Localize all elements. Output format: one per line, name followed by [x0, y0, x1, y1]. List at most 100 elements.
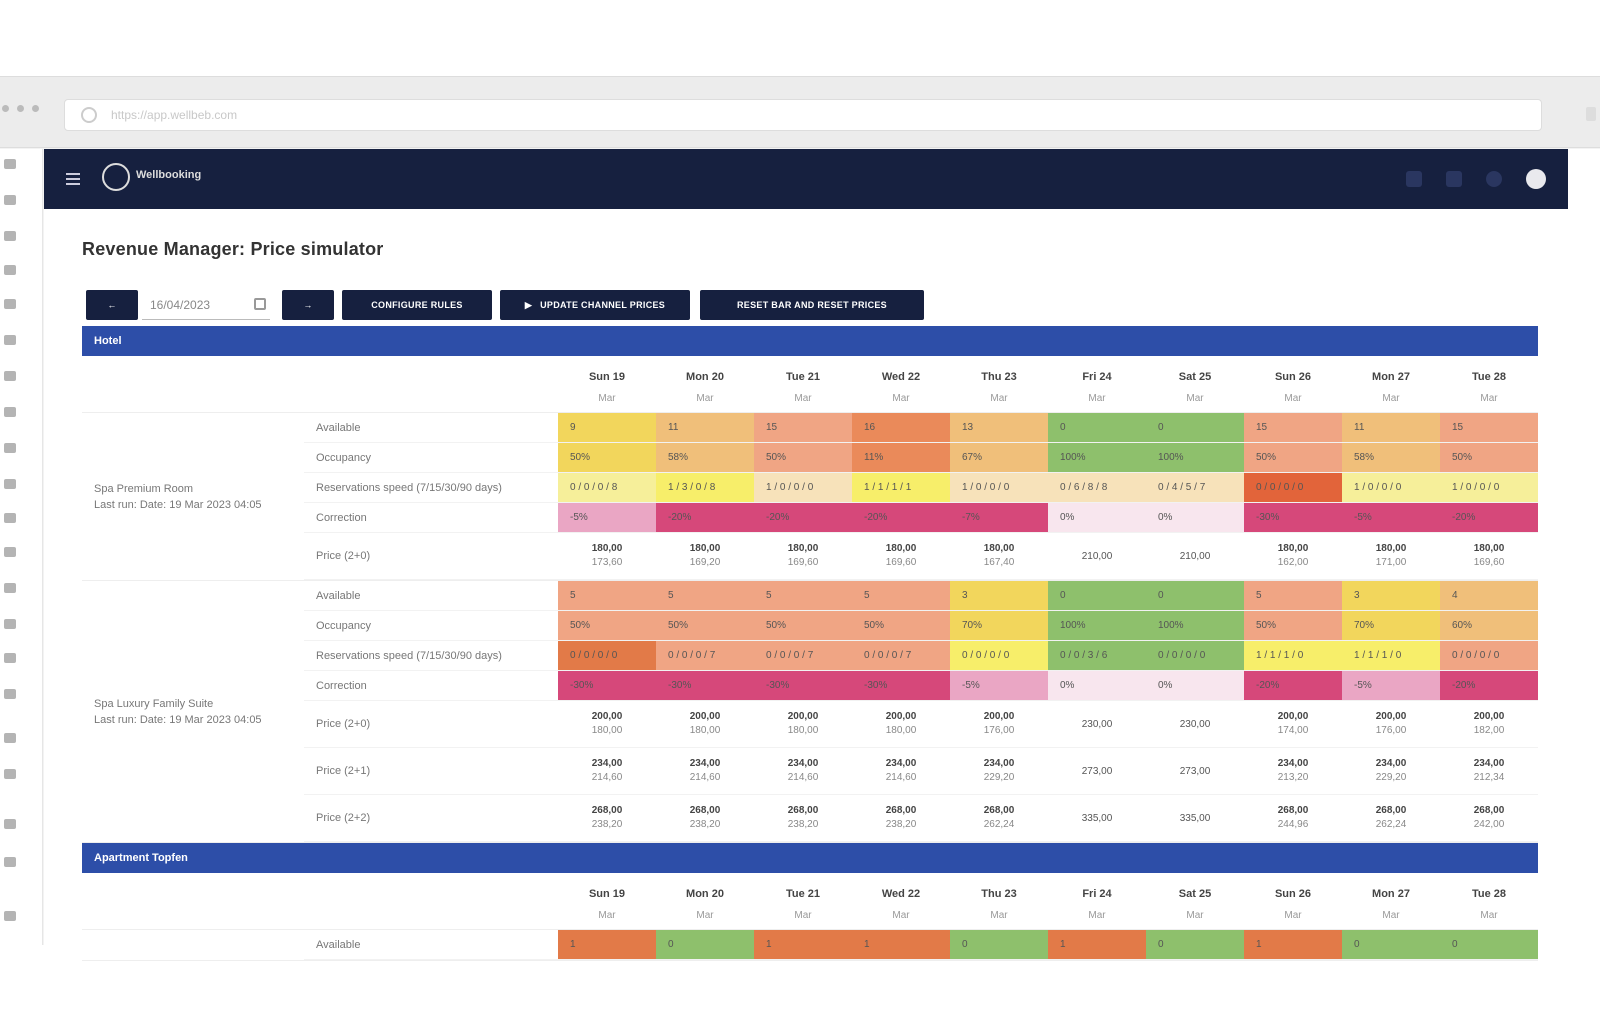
- grid-cell[interactable]: 0 / 0 / 3 / 6: [1048, 641, 1146, 670]
- grid-cell[interactable]: 100%: [1048, 611, 1146, 640]
- grid-cell[interactable]: 234,00 214,60: [852, 748, 950, 794]
- grid-cell[interactable]: 234,00 212,34: [1440, 748, 1538, 794]
- sidebar-app-icon[interactable]: [4, 479, 16, 489]
- grid-cell[interactable]: -20%: [1440, 671, 1538, 700]
- sidebar-app-icon[interactable]: [4, 195, 16, 205]
- grid-cell[interactable]: 67%: [950, 443, 1048, 472]
- grid-cell[interactable]: 0 / 0 / 0 / 7: [852, 641, 950, 670]
- grid-cell[interactable]: 200,00 180,00: [754, 701, 852, 747]
- grid-cell[interactable]: -5%: [1342, 503, 1440, 532]
- grid-cell[interactable]: 0: [1048, 581, 1146, 610]
- grid-cell[interactable]: 0 / 0 / 0 / 0: [1244, 473, 1342, 502]
- grid-cell[interactable]: 50%: [852, 611, 950, 640]
- sidebar-app-icon[interactable]: [4, 547, 16, 557]
- grid-cell[interactable]: 1 / 0 / 0 / 0: [950, 473, 1048, 502]
- sidebar-app-icon[interactable]: [4, 299, 16, 309]
- grid-cell[interactable]: 234,00 213,20: [1244, 748, 1342, 794]
- sidebar-app-icon[interactable]: [4, 689, 16, 699]
- grid-cell[interactable]: 50%: [558, 611, 656, 640]
- grid-cell[interactable]: 0%: [1048, 671, 1146, 700]
- grid-cell[interactable]: 0 / 0 / 0 / 0: [1440, 641, 1538, 670]
- grid-cell[interactable]: 0: [1146, 413, 1244, 442]
- grid-cell[interactable]: 50%: [1244, 611, 1342, 640]
- grid-cell[interactable]: 60%: [1440, 611, 1538, 640]
- grid-cell[interactable]: 58%: [1342, 443, 1440, 472]
- grid-cell[interactable]: 1 / 0 / 0 / 0: [1342, 473, 1440, 502]
- grid-cell[interactable]: 5: [1244, 581, 1342, 610]
- grid-cell[interactable]: 3: [950, 581, 1048, 610]
- sidebar-app-icon[interactable]: [4, 653, 16, 663]
- grid-cell[interactable]: 0 / 0 / 0 / 0: [950, 641, 1048, 670]
- grid-cell[interactable]: 234,00 229,20: [950, 748, 1048, 794]
- prev-date-button[interactable]: ←: [86, 290, 138, 320]
- grid-cell[interactable]: 5: [656, 581, 754, 610]
- grid-cell[interactable]: -30%: [558, 671, 656, 700]
- sidebar-app-icon[interactable]: [4, 819, 16, 829]
- grid-cell[interactable]: 0 / 0 / 0 / 7: [656, 641, 754, 670]
- sidebar-app-icon[interactable]: [4, 265, 16, 275]
- grid-cell[interactable]: 0 / 0 / 0 / 7: [754, 641, 852, 670]
- grid-cell[interactable]: 0: [1146, 930, 1244, 959]
- grid-cell[interactable]: -5%: [950, 671, 1048, 700]
- grid-cell[interactable]: 0: [950, 930, 1048, 959]
- sidebar-app-icon[interactable]: [4, 583, 16, 593]
- grid-cell[interactable]: 50%: [754, 443, 852, 472]
- sidebar-app-icon[interactable]: [4, 231, 16, 241]
- window-dot-icon[interactable]: [17, 105, 24, 112]
- grid-cell[interactable]: 180,00 162,00: [1244, 533, 1342, 579]
- grid-cell[interactable]: 200,00 176,00: [1342, 701, 1440, 747]
- avatar[interactable]: [1526, 169, 1546, 189]
- grid-cell[interactable]: 11: [1342, 413, 1440, 442]
- grid-cell[interactable]: 1: [754, 930, 852, 959]
- notification-icon[interactable]: [1486, 171, 1502, 187]
- address-bar[interactable]: https://app.wellbeb.com: [64, 99, 1542, 131]
- sidebar-app-icon[interactable]: [4, 443, 16, 453]
- grid-cell[interactable]: 1: [852, 930, 950, 959]
- grid-cell[interactable]: 200,00 180,00: [558, 701, 656, 747]
- grid-cell[interactable]: 5: [852, 581, 950, 610]
- grid-cell[interactable]: 0 / 0 / 0 / 8: [558, 473, 656, 502]
- grid-cell[interactable]: 11: [656, 413, 754, 442]
- grid-cell[interactable]: 200,00 182,00: [1440, 701, 1538, 747]
- grid-cell[interactable]: 4: [1440, 581, 1538, 610]
- grid-cell[interactable]: 273,00: [1146, 748, 1244, 794]
- configure-rules-button[interactable]: CONFIGURE RULES: [342, 290, 492, 320]
- section-header[interactable]: Hotel: [82, 326, 1538, 356]
- grid-cell[interactable]: 70%: [950, 611, 1048, 640]
- grid-cell[interactable]: 268,00 242,00: [1440, 795, 1538, 841]
- sidebar-app-icon[interactable]: [4, 733, 16, 743]
- grid-cell[interactable]: 50%: [558, 443, 656, 472]
- grid-cell[interactable]: 1 / 1 / 1 / 0: [1244, 641, 1342, 670]
- grid-cell[interactable]: 3: [1342, 581, 1440, 610]
- grid-icon[interactable]: [1406, 171, 1422, 187]
- grid-cell[interactable]: -5%: [558, 503, 656, 532]
- grid-cell[interactable]: -20%: [754, 503, 852, 532]
- grid-cell[interactable]: 268,00 262,24: [1342, 795, 1440, 841]
- grid-cell[interactable]: 1 / 0 / 0 / 0: [754, 473, 852, 502]
- next-date-button[interactable]: →: [282, 290, 334, 320]
- grid-cell[interactable]: 268,00 238,20: [656, 795, 754, 841]
- grid-cell[interactable]: 58%: [656, 443, 754, 472]
- grid-cell[interactable]: 0 / 0 / 0 / 0: [1146, 641, 1244, 670]
- grid-cell[interactable]: 1 / 1 / 1 / 1: [852, 473, 950, 502]
- grid-cell[interactable]: 1: [558, 930, 656, 959]
- grid-cell[interactable]: 15: [1244, 413, 1342, 442]
- grid-cell[interactable]: 100%: [1146, 611, 1244, 640]
- grid-cell[interactable]: 335,00: [1048, 795, 1146, 841]
- grid-cell[interactable]: -20%: [852, 503, 950, 532]
- grid-cell[interactable]: 230,00: [1146, 701, 1244, 747]
- grid-cell[interactable]: 9: [558, 413, 656, 442]
- grid-cell[interactable]: 100%: [1146, 443, 1244, 472]
- grid-cell[interactable]: 1 / 0 / 0 / 0: [1440, 473, 1538, 502]
- grid-cell[interactable]: 200,00 180,00: [852, 701, 950, 747]
- grid-cell[interactable]: 268,00 238,20: [852, 795, 950, 841]
- chat-icon[interactable]: [1446, 171, 1462, 187]
- grid-cell[interactable]: 15: [754, 413, 852, 442]
- sidebar-app-icon[interactable]: [4, 769, 16, 779]
- browser-menu-icon[interactable]: [1586, 107, 1596, 121]
- section-header[interactable]: Apartment Topfen: [82, 843, 1538, 873]
- sidebar-app-icon[interactable]: [4, 911, 16, 921]
- grid-cell[interactable]: 234,00 229,20: [1342, 748, 1440, 794]
- reset-prices-button[interactable]: RESET BAR AND RESET PRICES: [700, 290, 924, 320]
- grid-cell[interactable]: 268,00 244,96: [1244, 795, 1342, 841]
